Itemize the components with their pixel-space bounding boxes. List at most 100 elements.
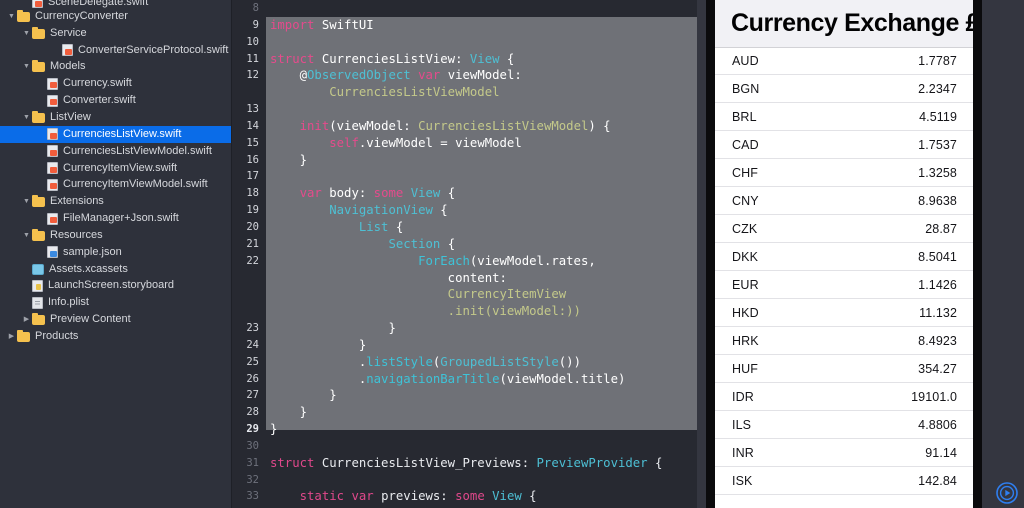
code-area[interactable]: import SwiftUI struct CurrenciesListView… [266, 0, 697, 508]
sidebar-item-currencyitemview-swift[interactable]: ▼CurrencyItemView.swift [0, 160, 232, 177]
sidebar-item-label: SceneDelegate.swift [48, 0, 149, 8]
sidebar-item-preview-content[interactable]: ▶ Preview Content [0, 311, 232, 328]
code-line[interactable]: } [266, 387, 697, 404]
sidebar-item-models[interactable]: ▼ Models [0, 59, 232, 76]
folder-icon [32, 195, 45, 208]
sidebar-item-currencieslistviewmodel-swift[interactable]: ▼CurrenciesListViewModel.swift [0, 143, 232, 160]
code-line[interactable] [266, 101, 697, 118]
currency-rate-row[interactable]: HKD 11.132 [715, 299, 973, 327]
code-line[interactable]: } [266, 404, 697, 421]
code-line[interactable]: } [266, 320, 697, 337]
chevron-down-icon[interactable]: ▼ [21, 63, 32, 70]
currency-rate-value: 354.27 [918, 361, 957, 376]
code-line[interactable]: Section { [266, 236, 697, 253]
code-line[interactable] [266, 0, 697, 17]
currency-rate-row[interactable]: BRL 4.5119 [715, 103, 973, 131]
code-line[interactable]: content: [266, 270, 697, 287]
currency-rate-row[interactable]: DKK 8.5041 [715, 243, 973, 271]
currency-rate-row[interactable]: EUR 1.1426 [715, 271, 973, 299]
code-line[interactable]: .listStyle(GroupedListStyle()) [266, 354, 697, 371]
sidebar-item-currency-swift[interactable]: ▼Currency.swift [0, 75, 232, 92]
sidebar-item-resources[interactable]: ▼ Resources [0, 227, 232, 244]
sidebar-item-scenedelegate-swift[interactable]: ▼SceneDelegate.swift [0, 0, 232, 8]
code-line[interactable]: static var previews: some View { [266, 488, 697, 505]
currency-rate-row[interactable]: HUF 354.27 [715, 355, 973, 383]
sidebar-item-currencyconverter[interactable]: ▼ CurrencyConverter [0, 8, 232, 25]
chevron-down-icon[interactable]: ▼ [21, 30, 32, 37]
swift-file-icon [47, 162, 58, 175]
code-token: View [469, 51, 500, 66]
code-lines[interactable]: import SwiftUI struct CurrenciesListView… [266, 0, 697, 505]
code-line[interactable]: CurrencyItemView [266, 286, 697, 303]
canvas-preview[interactable]: Currency Exchange £ AUD 1.7787 BGN 2.2347 BR… [697, 0, 1024, 508]
currency-rate-row[interactable]: HRK 8.4923 [715, 327, 973, 355]
code-line[interactable]: NavigationView { [266, 202, 697, 219]
chevron-right-icon[interactable]: ▶ [21, 316, 32, 323]
sidebar-item-currencieslistview-swift[interactable]: ▼CurrenciesListView.swift [0, 125, 232, 143]
code-token: body: [321, 186, 374, 201]
code-line[interactable]: CurrenciesListViewModel [266, 84, 697, 101]
sidebar-item-assets-xcassets[interactable]: ▼Assets.xcassets [0, 261, 232, 278]
sidebar-item-currencyitemviewmodel-swift[interactable]: ▼CurrencyItemViewModel.swift [0, 176, 232, 193]
chevron-down-icon[interactable]: ▼ [21, 114, 32, 121]
currency-rate-row[interactable]: ILS 4.8806 [715, 411, 973, 439]
sidebar-item-label: Models [50, 60, 86, 73]
line-number: 18 [246, 187, 259, 200]
sidebar-item-launchscreen-storyboard[interactable]: ▼LaunchScreen.storyboard [0, 278, 232, 295]
code-line[interactable]: } [266, 421, 697, 438]
code-line[interactable]: struct CurrenciesListView_Previews: Prev… [266, 455, 697, 472]
code-line[interactable]: List { [266, 219, 697, 236]
code-line[interactable]: import SwiftUI [266, 17, 697, 34]
code-line[interactable]: ForEach(viewModel.rates, [266, 253, 697, 270]
currency-rate-row[interactable]: BGN 2.2347 [715, 75, 973, 103]
line-number: 27 [246, 389, 259, 402]
currency-rate-row[interactable]: CZK 28.87 [715, 215, 973, 243]
currency-rate-row[interactable]: CAD 1.7537 [715, 131, 973, 159]
currency-rate-row[interactable]: AUD 1.7787 [715, 47, 973, 75]
live-preview-play-button[interactable] [996, 482, 1018, 504]
currency-rate-row[interactable]: CNY 8.9638 [715, 187, 973, 215]
code-line[interactable] [266, 472, 697, 489]
currency-rate-list[interactable]: AUD 1.7787 BGN 2.2347 BRL 4.5119 CAD 1.7537 CHF 1… [715, 47, 973, 495]
currency-rate-value: 28.87 [925, 221, 957, 236]
chevron-right-icon[interactable]: ▶ [6, 333, 17, 340]
currency-rate-row[interactable]: INR 91.14 [715, 439, 973, 467]
device-screen[interactable]: Currency Exchange £ AUD 1.7787 BGN 2.2347 BR… [715, 0, 973, 508]
currency-rate-row[interactable]: CHF 1.3258 [715, 159, 973, 187]
code-line[interactable]: .init(viewModel:)) [266, 303, 697, 320]
sidebar-item-products[interactable]: ▶ Products [0, 328, 232, 345]
code-line[interactable]: @ObservedObject var viewModel: [266, 67, 697, 84]
chevron-down-icon[interactable]: ▼ [21, 198, 32, 205]
sidebar-item-info-plist[interactable]: ▼Info.plist [0, 294, 232, 311]
code-line[interactable]: } [266, 152, 697, 169]
sidebar-item-converter-swift[interactable]: ▼Converter.swift [0, 92, 232, 109]
chevron-down-icon[interactable]: ▼ [6, 13, 17, 20]
code-line[interactable]: init(viewModel: CurrenciesListViewModel)… [266, 118, 697, 135]
code-line[interactable] [266, 168, 697, 185]
project-navigator[interactable]: ▼SceneDelegate.swift▼CurrencyConverter▼S… [0, 0, 232, 508]
project-navigator-list[interactable]: ▼SceneDelegate.swift▼CurrencyConverter▼S… [0, 0, 232, 345]
line-number: 19 [246, 204, 259, 217]
code-line[interactable]: var body: some View { [266, 185, 697, 202]
currency-rate-row[interactable]: IDR 19101.0 [715, 383, 973, 411]
source-editor[interactable]: 8 9 10 11 12 13 14 15 16 17 18 19 20 21 22 23 24 25 26 27 28… [232, 0, 697, 508]
code-token: GroupedListStyle [440, 354, 559, 369]
code-line[interactable] [266, 34, 697, 51]
sidebar-item-extensions[interactable]: ▼ Extensions [0, 193, 232, 210]
sidebar-item-filemanager-json-swift[interactable]: ▼FileManager+Json.swift [0, 210, 232, 227]
line-number: 16 [246, 153, 259, 166]
sidebar-item-listview[interactable]: ▼ ListView [0, 109, 232, 126]
code-line[interactable] [266, 438, 697, 455]
code-token: : [521, 455, 537, 470]
code-line[interactable]: .navigationBarTitle(viewModel.title) [266, 371, 697, 388]
chevron-down-icon[interactable]: ▼ [21, 232, 32, 239]
code-line[interactable]: struct CurrenciesListView: View { [266, 51, 697, 68]
currency-rate-row[interactable]: ISK 142.84 [715, 467, 973, 495]
code-line[interactable]: self.viewModel = viewModel [266, 135, 697, 152]
code-line[interactable]: } [266, 337, 697, 354]
sidebar-item-converterserviceprotocol-swift[interactable]: ▼ConverterServiceProtocol.swift [0, 42, 232, 59]
sidebar-item-service[interactable]: ▼ Service [0, 25, 232, 42]
sidebar-item-sample-json[interactable]: ▼sample.json [0, 244, 232, 261]
